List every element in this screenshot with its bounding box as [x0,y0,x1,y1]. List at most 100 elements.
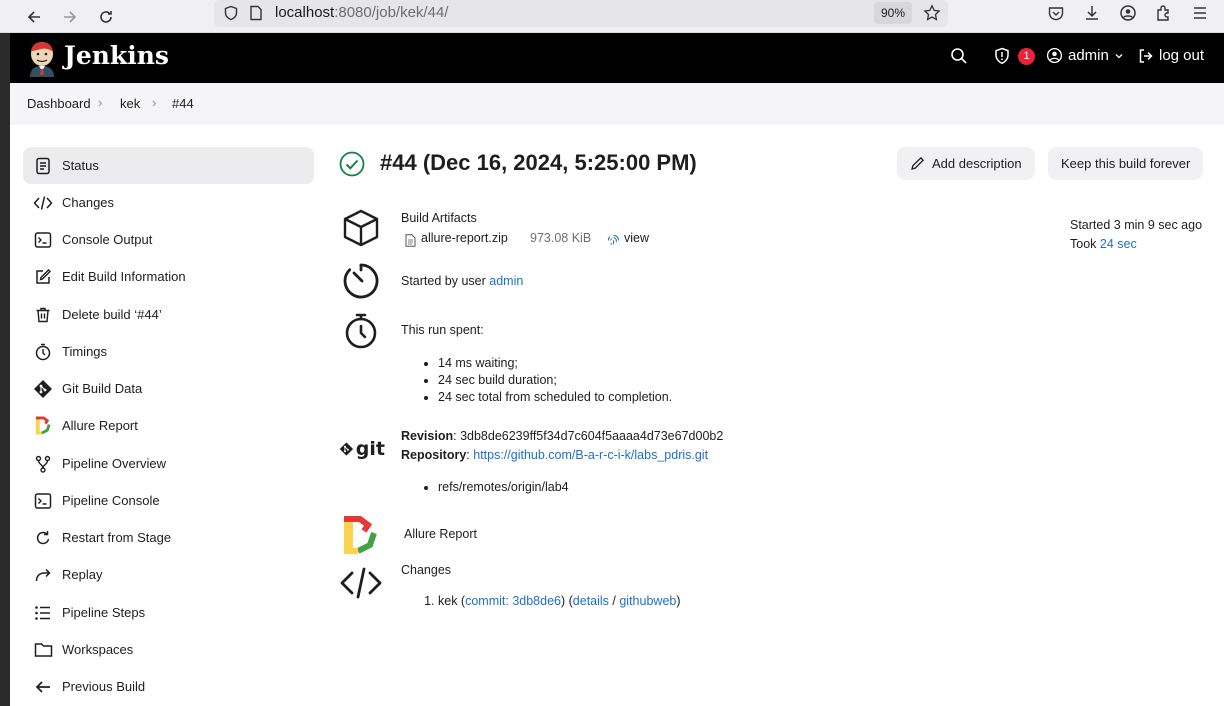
shield-alert-icon [995,47,1009,65]
keep-build-forever-button[interactable]: Keep this build forever [1048,147,1204,180]
arrow-left-icon [33,677,53,697]
git-revision: Revision: 3db8de6239ff5f34d7c604f5aaaa4d… [401,429,724,443]
edit-icon [33,267,53,287]
build-started-time: Started 3 min 9 sec ago [1070,218,1203,232]
sidebar-item-restart-from-stage[interactable]: Restart from Stage [23,519,314,556]
sidebar-item-changes[interactable]: Changes [23,184,314,221]
repository-link[interactable]: https://github.com/B-a-r-c-i-k/labs_pdri… [473,448,708,462]
reload-icon [100,11,112,23]
breadcrumb-build[interactable]: #44 [172,96,194,111]
forward-button[interactable] [57,4,83,30]
code-icon [33,193,53,213]
build-duration-link[interactable]: 24 sec [1100,237,1137,251]
details-link[interactable]: details [573,594,609,608]
sidebar-item-pipeline-overview[interactable]: Pipeline Overview [23,445,314,482]
menu-icon[interactable] [1191,4,1209,22]
sidebar-item-delete-build[interactable]: Delete build ‘#44’ [23,296,314,333]
pencil-icon [911,156,925,170]
sidebar-item-status[interactable]: Status [23,147,314,184]
list-item: 14 ms waiting; [438,356,672,370]
run-time-list: 14 ms waiting; 24 sec build duration; 24… [438,356,672,407]
package-icon [340,207,382,249]
fingerprint-icon [607,234,620,245]
star-icon[interactable] [923,4,941,22]
terminal-icon [33,491,53,511]
changes-heading: Changes [401,563,452,577]
sidebar-item-allure-report[interactable]: Allure Report [23,407,314,444]
address-bar[interactable]: localhost:8080/job/kek/44/ 90% [214,0,948,27]
account-icon[interactable] [1119,4,1137,22]
reload-button[interactable] [93,4,119,30]
changes-list: kek (commit: 3db8de6) (details / githubw… [438,594,681,608]
arrow-right-icon [64,11,77,23]
restart-icon [33,528,53,548]
sidebar-item-console-output[interactable]: Console Output [23,221,314,258]
sidebar-item-timings[interactable]: Timings [23,333,314,370]
build-artifacts-link[interactable]: Build Artifacts [401,211,477,225]
jenkins-header: Jenkins 1 admin log out [10,33,1224,83]
replay-icon [33,565,53,585]
back-button[interactable] [21,4,47,30]
success-check-icon [339,151,365,177]
search-button[interactable] [950,47,968,65]
breadcrumb: Dashboard › kek › #44 [10,83,1224,125]
build-duration: Took 24 sec [1070,237,1137,251]
jenkins-logo-icon[interactable] [24,39,60,77]
sidebar-item-git-build-data[interactable]: Git Build Data [23,370,314,407]
breadcrumb-dashboard[interactable]: Dashboard [27,96,91,111]
sidebar-item-previous-build[interactable]: Previous Build [23,668,314,705]
add-description-button[interactable]: Add description [897,147,1035,180]
zoom-level[interactable]: 90% [874,2,912,24]
download-icon[interactable] [1083,4,1101,22]
jenkins-title[interactable]: Jenkins [64,41,169,70]
extensions-icon[interactable] [1155,4,1173,22]
chevron-right-icon: › [98,95,103,110]
list-item: 24 sec total from scheduled to completio… [438,390,672,404]
sidebar-item-edit-build-info[interactable]: Edit Build Information [23,258,314,295]
allure-icon [33,416,53,436]
started-by-user-link[interactable]: admin [489,274,523,288]
browser-toolbar: localhost:8080/job/kek/44/ 90% [0,0,1224,33]
terminal-icon [33,230,53,250]
git-logo-icon: git [339,437,385,461]
sidebar-item-workspaces[interactable]: Workspaces [23,631,314,668]
view-fingerprint-link[interactable]: view [624,231,649,245]
chevron-down-icon [1115,53,1123,58]
stopwatch-icon [33,342,53,362]
shield-icon [224,5,238,21]
run-spent-heading: This run spent: [401,323,484,337]
user-name: admin [1068,47,1109,64]
breadcrumb-job[interactable]: kek [120,96,140,111]
git-repository: Repository: https://github.com/B-a-r-c-i… [401,448,709,462]
git-refs-list: refs/remotes/origin/lab4 [438,480,569,497]
page-icon [250,5,262,21]
allure-icon [340,514,382,556]
git-icon [33,379,53,399]
logout-link[interactable]: log out [1138,47,1204,64]
file-icon [405,234,416,247]
artifact-size: 973.08 KiB [530,231,592,245]
allure-report-link[interactable]: Allure Report [404,527,477,541]
githubweb-link[interactable]: githubweb [619,594,676,608]
security-alerts-button[interactable]: 1 [993,47,1035,65]
desktop-edge [0,33,10,706]
list-item: refs/remotes/origin/lab4 [438,480,569,494]
user-icon [1046,47,1063,64]
trash-icon [33,305,53,325]
page-title: #44 (Dec 16, 2024, 5:25:00 PM) [380,150,697,175]
logout-icon [1139,48,1153,63]
clock-icon [340,259,382,301]
pocket-icon[interactable] [1047,5,1065,23]
code-icon [340,562,382,604]
chevron-right-icon: › [152,95,157,110]
commit-link[interactable]: commit: 3db8de6 [465,594,561,608]
pipeline-icon [33,454,53,474]
stopwatch-icon [340,310,382,352]
folder-icon [33,640,53,660]
artifact-file-link[interactable]: allure-report.zip [421,231,508,245]
sidebar-item-pipeline-console[interactable]: Pipeline Console [23,482,314,519]
started-by: Started by user admin [401,274,524,288]
sidebar-item-pipeline-steps[interactable]: Pipeline Steps [23,594,314,631]
user-menu[interactable]: admin [1046,47,1124,64]
sidebar-item-replay[interactable]: Replay [23,556,314,593]
